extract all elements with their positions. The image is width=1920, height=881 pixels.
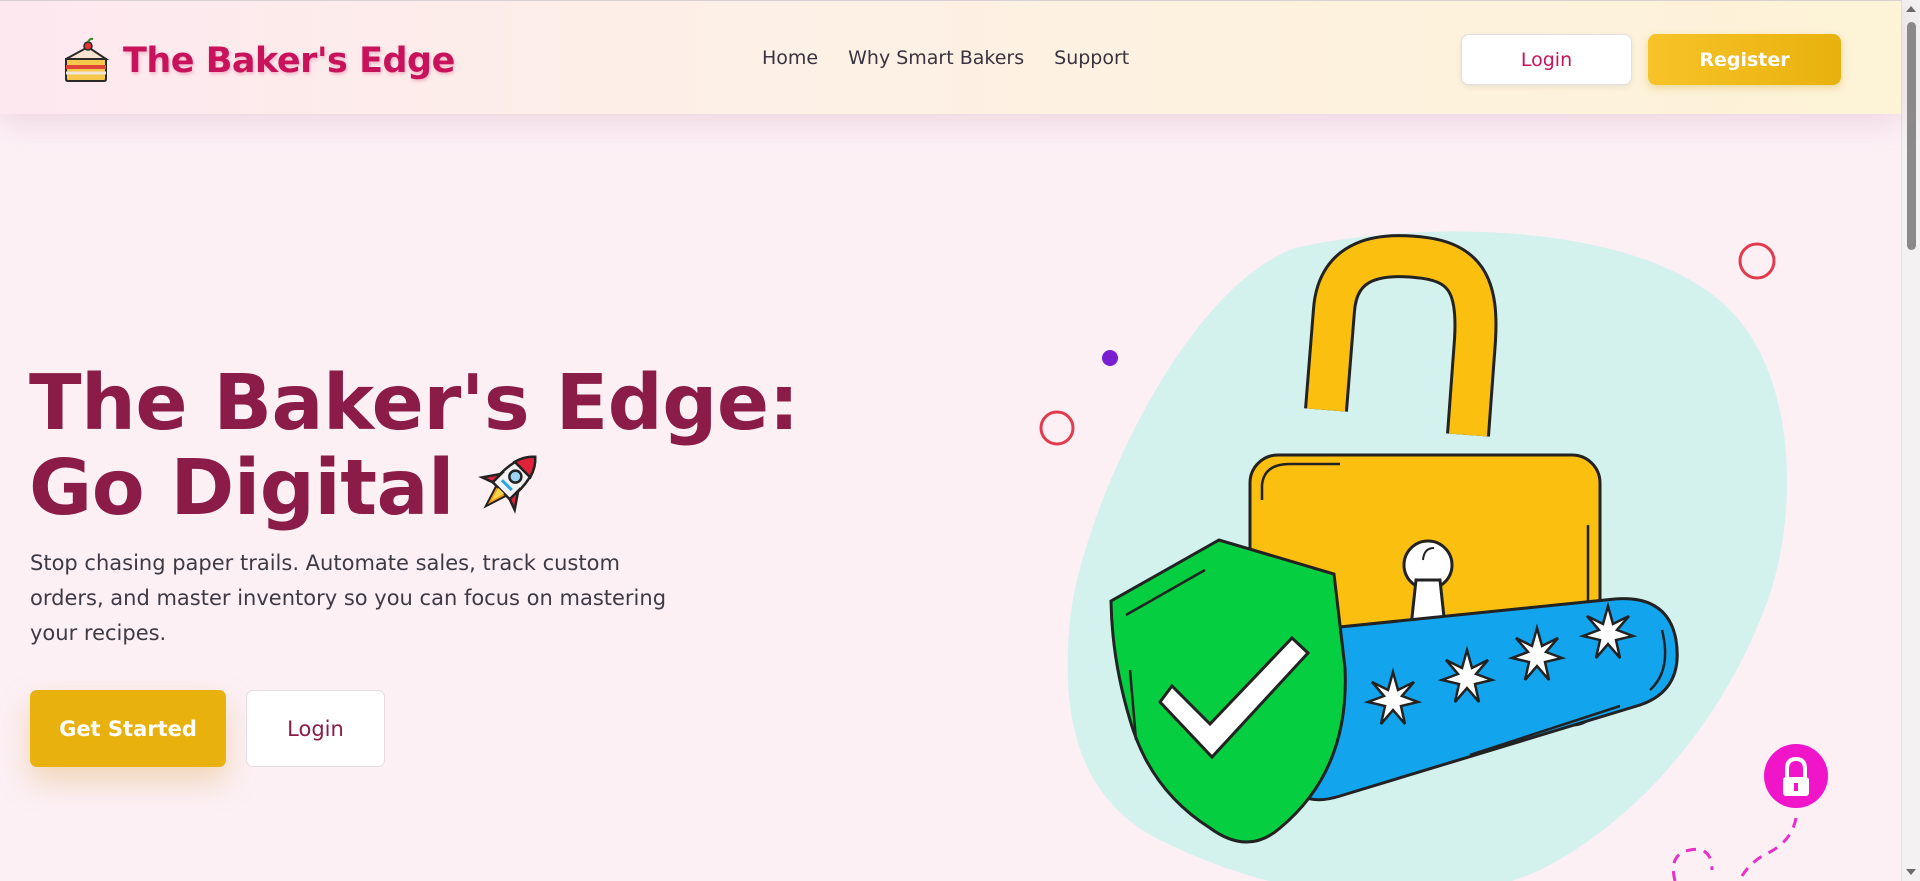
deco-circle-3	[1738, 242, 1776, 280]
security-illustration	[1039, 231, 1828, 881]
deco-circle-1	[1039, 410, 1075, 446]
page-scrollbar[interactable]	[1901, 0, 1920, 881]
cake-slice-icon	[65, 37, 110, 82]
site-header: The Baker's Edge Home Why Smart Bakers S…	[0, 0, 1901, 114]
hero-login-button[interactable]: Login	[246, 690, 385, 767]
brand-name: The Baker's Edge	[123, 41, 455, 81]
scroll-thumb[interactable]	[1907, 22, 1916, 250]
hero-title-text: The Baker's Edge: Go Digital	[29, 359, 799, 533]
hero-title: The Baker's Edge: Go Digital	[29, 365, 929, 537]
rocket-icon	[468, 442, 550, 537]
deco-circle-2	[1102, 350, 1118, 366]
main-nav: Home Why Smart Bakers Support	[762, 47, 1129, 69]
header-register-button[interactable]: Register	[1648, 34, 1841, 85]
brand-link[interactable]: The Baker's Edge	[62, 37, 455, 85]
hero-subtitle: Stop chasing paper trails. Automate sale…	[30, 551, 667, 645]
get-started-button[interactable]: Get Started	[30, 690, 226, 767]
nav-home[interactable]: Home	[762, 47, 818, 69]
scroll-up-arrow-icon[interactable]	[1906, 6, 1916, 12]
nav-support[interactable]: Support	[1054, 47, 1129, 69]
nav-why-smart-bakers[interactable]: Why Smart Bakers	[848, 47, 1024, 69]
lock-badge-icon	[1671, 744, 1828, 881]
scroll-down-arrow-icon[interactable]	[1906, 869, 1916, 875]
header-login-button[interactable]: Login	[1461, 34, 1632, 85]
